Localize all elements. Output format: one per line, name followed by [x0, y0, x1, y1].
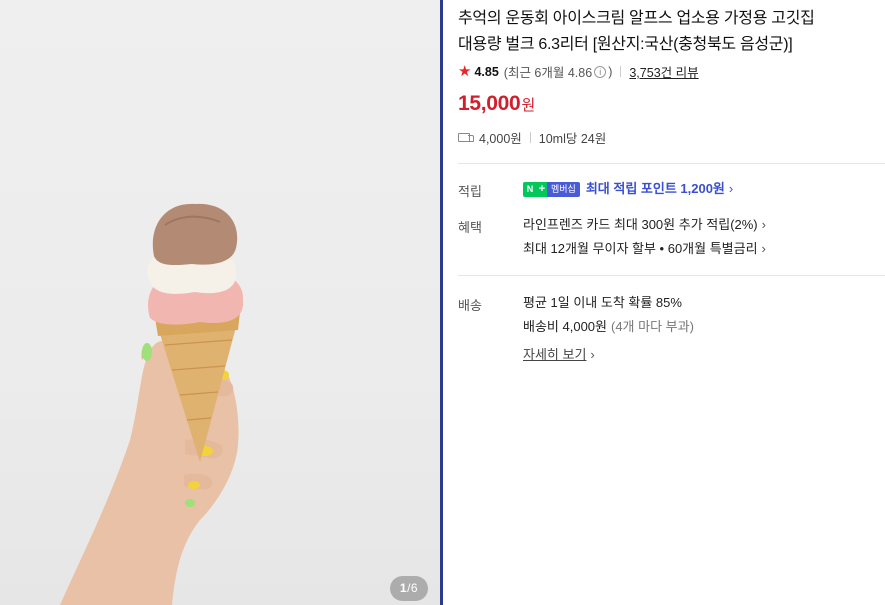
product-image[interactable]: 1/6 [0, 0, 442, 605]
badge-membership: 멤버십 [547, 181, 580, 197]
benefit-card-text: 라인프렌즈 카드 최대 300원 추가 적립(2%) [523, 217, 758, 232]
price: 15,000원 [458, 92, 535, 116]
nail-green [142, 343, 152, 361]
divider [529, 132, 531, 143]
delivery-label: 배송 [458, 298, 482, 313]
benefits-label: 혜택 [458, 220, 482, 235]
gallery-edge [440, 0, 443, 605]
unit-price: 10ml당 24원 [538, 132, 607, 146]
truck-icon [458, 132, 475, 144]
info-icon[interactable]: i [594, 65, 607, 78]
delivery-detail-link[interactable]: 자세히 보기 › [523, 343, 694, 367]
chevron-right-icon: › [761, 241, 766, 256]
rating-recent-close: ) [608, 64, 613, 79]
product-title-line1: 추억의 운동회 아이스크림 알프스 업소용 가정용 고깃집 [458, 10, 815, 27]
delivery-fee: 배송비 4,000원 [523, 319, 607, 334]
chevron-right-icon: › [728, 181, 734, 196]
product-info: 추억의 운동회 아이스크림 알프스 업소용 가정용 고깃집 대용량 벌크 6.3… [458, 0, 885, 605]
shipping-summary: 4,000원 10ml당 24원 [458, 128, 606, 147]
rating-score: 4.85 [474, 64, 499, 79]
image-counter-total: 6 [410, 581, 419, 595]
chevron-right-icon: › [761, 217, 766, 232]
price-unit: 원 [521, 97, 536, 114]
naver-membership-badge: N + 멤버십 [523, 181, 580, 197]
delivery-rows: 평균 1일 이내 도착 확률 85% 배송비 4,000원 (4개 마다 부과)… [523, 291, 694, 367]
benefits-rows: 라인프렌즈 카드 최대 300원 추가 적립(2%) › 최대 12개월 무이자… [523, 213, 766, 261]
rating-row: ★ 4.85 (최근 6개월 4.86 i ) 3,753건 리뷰 [458, 62, 699, 81]
rating-recent: (최근 6개월 4.86 [503, 66, 593, 80]
benefit-installment-text: 최대 12개월 무이자 할부 • 60개월 특별금리 [523, 241, 758, 256]
benefit-installment-link[interactable]: 최대 12개월 무이자 할부 • 60개월 특별금리 › [523, 237, 766, 261]
badge-plus: + [537, 181, 547, 197]
scoop-chocolate [152, 203, 238, 266]
divider [620, 66, 622, 77]
product-title-line2: 대용량 벌크 6.3리터 [원산지:국산(충청북도 음성군)] [458, 36, 793, 53]
delivery-detail-text: 자세히 보기 [523, 347, 587, 362]
ice-cream-photo [60, 203, 244, 605]
points-label: 적립 [458, 184, 482, 199]
delivery-fee-note: (4개 마다 부과) [610, 319, 694, 334]
benefit-card-link[interactable]: 라인프렌즈 카드 최대 300원 추가 적립(2%) › [523, 213, 766, 237]
badge-n: N [523, 181, 537, 197]
shipping-fee: 4,000원 [479, 132, 522, 146]
section-divider [458, 163, 885, 164]
points-row[interactable]: N + 멤버십 최대 적립 포인트 1,200원 › [523, 177, 733, 201]
price-amount: 15,000 [458, 92, 521, 115]
max-points-text[interactable]: 최대 적립 포인트 1,200원 [586, 177, 725, 201]
section-divider [458, 275, 885, 276]
star-icon: ★ [458, 63, 472, 80]
review-count-link[interactable]: 3,753건 리뷰 [629, 62, 698, 81]
delivery-probability: 평균 1일 이내 도착 확률 85% [523, 295, 682, 310]
product-title: 추억의 운동회 아이스크림 알프스 업소용 가정용 고깃집 대용량 벌크 6.3… [458, 6, 878, 58]
image-counter-current: 1 [399, 581, 408, 595]
chevron-right-icon: › [590, 347, 595, 362]
image-counter: 1/6 [390, 576, 428, 601]
